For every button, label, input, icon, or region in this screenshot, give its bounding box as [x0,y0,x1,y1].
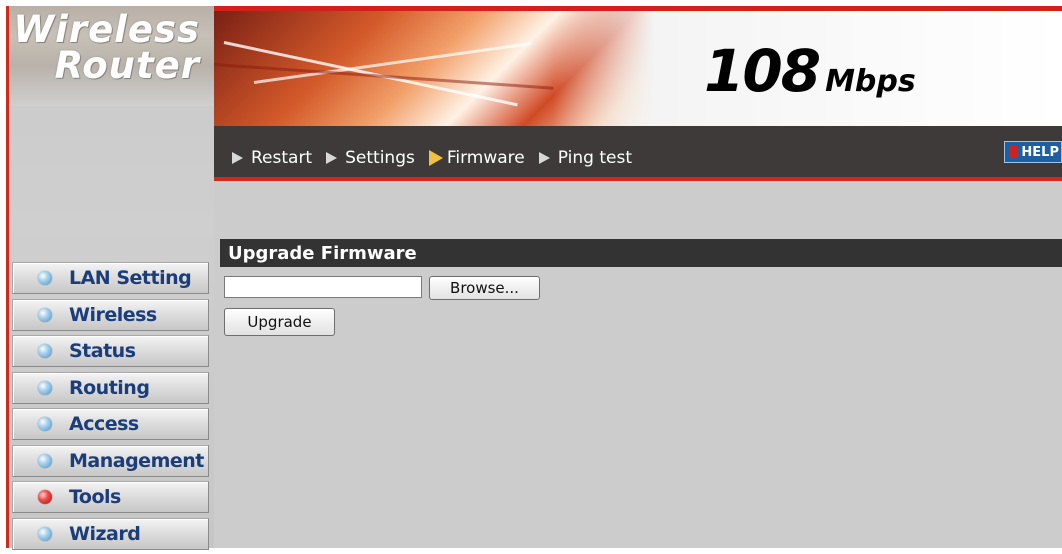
bullet-icon [38,526,52,541]
sidebar-item-access[interactable]: Access [12,408,209,440]
sidebar-item-label: Management [69,449,204,472]
speed-value: 108 [704,37,821,105]
header-banner: 108 Mbps [214,6,1062,126]
active-bullet-icon [38,490,52,504]
bullet-icon [38,453,52,468]
sidebar-item-label: Routing [69,376,150,399]
sidebar-item-status[interactable]: Status [12,335,209,367]
sidebar-item-label: Status [69,340,136,362]
sidebar-item-wizard[interactable]: Wizard [12,517,209,550]
nav-link-ping-test[interactable]: Ping test [538,148,632,168]
main-content: Upgrade Firmware Browse... Upgrade [214,181,1062,548]
bullet-icon [38,417,52,431]
bullet-icon [38,380,52,395]
nav-link-label: Ping test [557,148,632,168]
firmware-file-input[interactable] [224,276,422,298]
sidebar-item-label: Tools [69,486,121,508]
nav-link-label: Settings [345,148,415,168]
brand-line-router: Router [54,44,200,87]
brand-logo: Wireless Router [9,6,214,106]
help-label: HELP [1021,144,1059,160]
speed-logo: 108 Mbps [704,37,916,105]
help-icon [1009,146,1019,158]
sidebar-item-tools[interactable]: Tools [12,481,209,513]
top-navigation: Restart Settings Firmware Ping test HELP [214,126,1062,182]
sidebar-item-wireless[interactable]: Wireless [12,298,209,331]
browse-button[interactable]: Browse... [429,276,540,300]
sidebar-item-management[interactable]: Management [12,444,209,477]
nav-link-label: Restart [251,148,313,168]
section-title: Upgrade Firmware [228,243,417,264]
sidebar: Wireless Router LAN Setting Wireless Sta… [6,6,214,550]
triangle-right-icon [326,152,338,164]
triangle-right-icon [538,152,550,164]
sidebar-item-routing[interactable]: Routing [12,371,209,404]
help-button[interactable]: HELP [1004,141,1062,163]
sidebar-item-label: Access [69,413,139,435]
nav-link-label: Firmware [446,148,525,168]
triangle-right-icon [232,152,243,164]
section-header: Upgrade Firmware [220,239,1062,267]
sidebar-item-lan-setting[interactable]: LAN Setting [12,262,209,294]
sidebar-item-label: Wizard [69,522,141,545]
bullet-icon [38,271,52,285]
sidebar-item-label: LAN Setting [69,267,192,289]
nav-links: Restart Settings Firmware Ping test [232,148,646,168]
nav-link-restart[interactable]: Restart [232,148,312,168]
upgrade-button[interactable]: Upgrade [224,308,335,336]
banner-swoosh [214,63,554,90]
sidebar-item-label: Wireless [69,303,157,326]
active-triangle-right-icon [428,150,443,166]
nav-link-firmware[interactable]: Firmware [428,148,525,168]
nav-link-settings[interactable]: Settings [326,148,415,168]
bullet-icon [38,344,52,358]
sidebar-menu: LAN Setting Wireless Status Routing Acce… [12,262,209,554]
speed-unit: Mbps [825,64,916,99]
bullet-icon [38,307,52,322]
